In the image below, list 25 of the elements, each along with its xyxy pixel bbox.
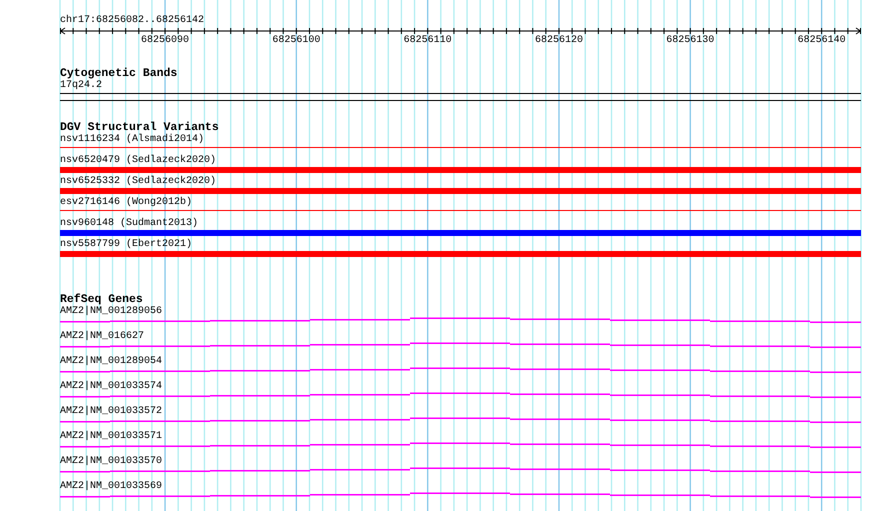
tick-label: 68256130 bbox=[666, 35, 714, 46]
feature-label: nsv6525332 (Sedlazeck2020) bbox=[60, 176, 216, 187]
track-title: Cytogenetic Bands bbox=[60, 67, 178, 80]
feature-label: AMZ2|NM_001289056 bbox=[60, 306, 162, 317]
feature-label: AMZ2|NM_001033571 bbox=[60, 431, 162, 442]
feature-label: AMZ2|NM_001289054 bbox=[60, 356, 162, 367]
track-title: RefSeq Genes bbox=[60, 293, 143, 306]
tick-label: 68256100 bbox=[272, 35, 320, 46]
tick-label: 68256120 bbox=[534, 35, 583, 46]
feature-label: nsv1116234 (Alsmadi2014) bbox=[60, 134, 204, 145]
feature-label: nsv960148 (Sudmant2013) bbox=[60, 218, 198, 229]
feature-label: AMZ2|NM_001033570 bbox=[60, 456, 162, 467]
tick-label: 68256090 bbox=[141, 35, 190, 46]
feature-label: esv2716146 (Wong2012b) bbox=[60, 197, 192, 208]
feature-label: AMZ2|NM_001033569 bbox=[60, 481, 162, 492]
feature-label: AMZ2|NM_001033572 bbox=[60, 406, 162, 417]
feature-label: AMZ2|NM_016627 bbox=[60, 331, 144, 342]
tick-label: 68256110 bbox=[404, 35, 452, 46]
track-title: DGV Structural Variants bbox=[60, 121, 219, 134]
feature-label: nsv5587799 (Ebert2021) bbox=[60, 239, 192, 250]
location-label: chr17:68256082..68256142 bbox=[60, 15, 204, 27]
tick-label: 68256140 bbox=[798, 35, 846, 46]
feature-label: nsv6520479 (Sedlazeck2020) bbox=[60, 155, 216, 166]
feature-label: AMZ2|NM_001033574 bbox=[60, 381, 162, 392]
feature-label: 17q24.2 bbox=[60, 80, 102, 91]
